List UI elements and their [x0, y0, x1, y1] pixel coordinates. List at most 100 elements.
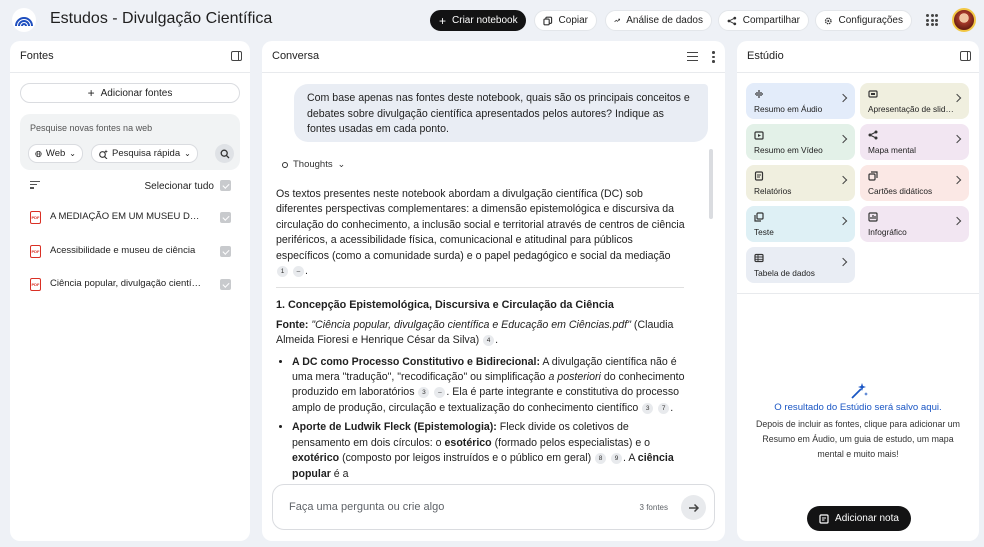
thoughts-toggle[interactable]: Thoughts ⌄ — [282, 159, 345, 170]
chat-input[interactable]: Faça uma pergunta ou crie algo — [289, 501, 444, 513]
thoughts-icon — [282, 161, 288, 168]
share-button[interactable]: Compartilhar — [718, 10, 809, 31]
citation-chip[interactable]: – — [434, 387, 446, 399]
mindmap-icon — [868, 130, 878, 140]
studio-card-label: Apresentação de slides — [868, 104, 954, 114]
add-note-button[interactable]: Adicionar nota — [807, 506, 911, 531]
magic-wand-icon — [851, 383, 868, 399]
video-icon — [754, 131, 764, 140]
search-mode-dropdown[interactable]: Pesquisa rápida ⌄ — [91, 144, 198, 163]
pdf-icon: PDF — [30, 211, 41, 224]
studio-card-flashcards[interactable]: Cartões didáticos — [860, 165, 969, 201]
citation-chip[interactable]: 3 — [642, 402, 654, 414]
source-search-input[interactable]: Pesquise novas fontes na web — [30, 123, 152, 133]
select-all-label: Selecionar tudo — [144, 181, 215, 192]
section-source: Fonte: "Ciência popular, divulgação cien… — [276, 318, 674, 347]
sources-panel: Fontes + Adicionar fontes Pesquise novas… — [10, 41, 250, 541]
flashcards-icon — [868, 171, 878, 181]
studio-card-label: Resumo em Vídeo — [754, 145, 823, 155]
avatar[interactable] — [952, 8, 976, 32]
gear-icon — [824, 17, 832, 24]
source-item-label: Ciência popular, divulgação científica — [50, 278, 202, 289]
citation-chip[interactable]: 1 — [277, 266, 288, 278]
source-item-label: Acessibilidade e museu de ciência — [50, 245, 196, 256]
studio-card-label: Tabela de dados — [754, 268, 815, 278]
chat-scrollbar[interactable] — [709, 149, 713, 219]
send-button[interactable] — [681, 495, 706, 520]
collapse-panel-icon[interactable] — [960, 51, 971, 61]
studio-card-mind-map[interactable]: Mapa mental — [860, 124, 969, 160]
studio-title: Estúdio — [747, 50, 784, 62]
slides-icon — [868, 90, 878, 98]
studio-card-infographic[interactable]: Infográfico — [860, 206, 969, 242]
web-source-dropdown[interactable]: Web ⌄ — [28, 144, 83, 163]
arrow-right-icon — [688, 503, 699, 512]
source-item-label: A MEDIAÇÃO EM UM MUSEU DE CIÊNCIAS — [50, 211, 202, 222]
chevron-right-icon — [838, 257, 848, 267]
source-count: 3 fontes — [639, 503, 668, 512]
section-heading: 1. Concepção Epistemológica, Discursiva … — [276, 299, 614, 312]
audio-icon — [755, 90, 763, 98]
globe-icon — [35, 150, 42, 157]
studio-header: Estúdio — [737, 41, 979, 73]
chat-title: Conversa — [272, 50, 320, 62]
chevron-down-icon: ⌄ — [69, 149, 76, 158]
divider — [276, 287, 684, 289]
pdf-icon: PDF — [30, 278, 41, 291]
studio-card-quiz[interactable]: Teste — [746, 206, 855, 242]
create-notebook-button[interactable]: + Criar notebook — [430, 10, 526, 31]
list-item: A DC como Processo Constitutivo e Bidire… — [292, 355, 686, 417]
studio-card-data-table[interactable]: Tabela de dados — [746, 247, 855, 283]
sources-title: Fontes — [20, 50, 54, 62]
citation-chip[interactable]: 8 — [595, 453, 607, 465]
chat-composer: Faça uma pergunta ou crie algo 3 fontes — [272, 484, 715, 530]
studio-card-label: Relatórios — [754, 186, 792, 196]
citation-chip[interactable]: 4 — [483, 335, 495, 347]
more-vert-icon[interactable] — [712, 51, 715, 63]
source-checkbox[interactable] — [220, 279, 231, 290]
source-search-box: Pesquise novas fontes na web Web ⌄ Pesqu… — [20, 114, 240, 170]
citation-chip[interactable]: – — [292, 266, 304, 278]
plus-icon: + — [439, 13, 447, 28]
top-bar: Estudos - Divulgação Científica + Criar … — [0, 0, 984, 40]
source-checkbox[interactable] — [220, 246, 231, 257]
notebook-title[interactable]: Estudos - Divulgação Científica — [50, 10, 272, 28]
assistant-answer: Os textos presentes neste notebook abord… — [276, 187, 686, 486]
source-checkbox[interactable] — [220, 212, 231, 223]
source-item[interactable]: PDF Acessibilidade e museu de ciência — [10, 241, 250, 261]
settings-button[interactable]: Configurações — [815, 10, 912, 31]
filter-icon[interactable] — [30, 181, 40, 189]
copy-button[interactable]: Copiar — [534, 10, 597, 31]
studio-card-reports[interactable]: Relatórios — [746, 165, 855, 201]
collapse-panel-icon[interactable] — [231, 51, 242, 61]
chevron-down-icon: ⌄ — [337, 159, 346, 169]
source-item[interactable]: PDF A MEDIAÇÃO EM UM MUSEU DE CIÊNCIAS — [10, 207, 250, 227]
tune-icon[interactable] — [687, 51, 698, 62]
search-submit-button[interactable] — [215, 144, 234, 163]
notebooklm-logo-icon[interactable] — [12, 8, 36, 32]
infographic-icon — [868, 212, 878, 222]
chevron-right-icon — [838, 93, 848, 103]
citation-chip[interactable]: 3 — [418, 387, 430, 399]
studio-card-audio-overview[interactable]: Resumo em Áudio — [746, 83, 855, 119]
pdf-icon: PDF — [30, 245, 41, 258]
add-sources-button[interactable]: + Adicionar fontes — [20, 83, 240, 103]
answer-list: A DC como Processo Constitutivo e Bidire… — [276, 355, 686, 482]
search-icon — [220, 149, 229, 158]
citation-chip[interactable]: 7 — [658, 402, 670, 414]
quiz-icon — [754, 212, 764, 222]
chevron-right-icon — [952, 216, 962, 226]
source-item[interactable]: PDF Ciência popular, divulgação científi… — [10, 274, 250, 294]
studio-panel: Estúdio Resumo em Áudio Apresentação de … — [737, 41, 979, 541]
studio-card-label: Infográfico — [868, 227, 907, 237]
studio-empty-description: Depois de incluir as fontes, clique para… — [756, 419, 960, 459]
analytics-button[interactable]: Análise de dados — [605, 10, 712, 31]
studio-card-label: Cartões didáticos — [868, 186, 933, 196]
share-icon — [727, 16, 737, 25]
apps-grid-icon[interactable] — [926, 14, 938, 26]
chevron-right-icon — [838, 134, 848, 144]
select-all-checkbox[interactable] — [220, 180, 231, 191]
studio-card-video-overview[interactable]: Resumo em Vídeo — [746, 124, 855, 160]
citation-chip[interactable]: 9 — [611, 453, 623, 465]
studio-card-slides[interactable]: Apresentação de slides — [860, 83, 969, 119]
